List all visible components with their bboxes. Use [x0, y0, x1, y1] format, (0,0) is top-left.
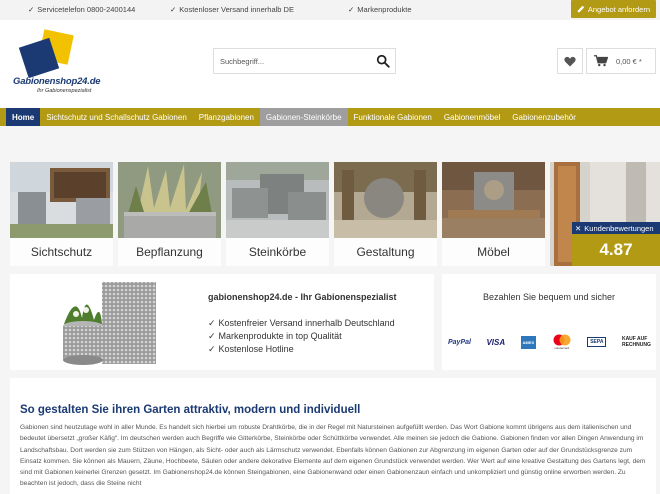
category-tile-steinkoerbe[interactable]: Steinkörbe: [226, 162, 329, 266]
category-tile-sichtschutz[interactable]: Sichtschutz: [10, 162, 113, 266]
reviews-header: ✕ Kundenbewertungen: [572, 222, 660, 234]
usp-feature: ✓ Kostenfreier Versand innerhalb Deutschl…: [208, 318, 395, 328]
mastercard-logo: mastercard: [552, 334, 572, 350]
content-heading: So gestalten Sie ihren Garten attraktiv,…: [20, 404, 361, 416]
usp-feature: ✓ Kostenlose Hotline: [208, 344, 294, 354]
payment-box: Bezahlen Sie bequem und sicher PayPal VI…: [442, 274, 656, 370]
wishlist-button[interactable]: [557, 48, 583, 74]
visa-logo: VISA: [486, 337, 506, 347]
pencil-icon: [577, 5, 585, 13]
category-tile-moebel[interactable]: Möbel: [442, 162, 545, 266]
category-tile-gestaltung[interactable]: Gestaltung: [334, 162, 437, 266]
logo[interactable]: Gabionenshop24.de Ihr Gabionenspezialist: [13, 29, 101, 104]
reviews-score: 4.87: [572, 234, 660, 266]
nav-moebel[interactable]: Gabionenmöbel: [438, 108, 506, 126]
nav-home[interactable]: Home: [6, 108, 41, 126]
category-tile-bepflanzung[interactable]: Bepflanzung: [118, 162, 221, 266]
cart-total: 0,00 € *: [616, 56, 642, 66]
content-section: So gestalten Sie ihren Garten attraktiv,…: [10, 378, 656, 494]
main-nav: Home Sichtschutz und Schallschutz Gabion…: [0, 108, 660, 126]
header: Gabionenshop24.de Ihr Gabionenspezialist…: [0, 20, 660, 108]
nav-pflanzgabionen[interactable]: Pflanzgabionen: [193, 108, 260, 126]
check-icon: ✓: [170, 5, 177, 14]
check-icon: ✓: [348, 5, 355, 14]
nav-steinkoerbe[interactable]: Gabionen-Steinkörbe: [259, 108, 348, 126]
payment-title: Bezahlen Sie bequem und sicher: [482, 292, 616, 302]
product-image: [63, 282, 156, 365]
cart-button[interactable]: 0,00 € *: [586, 48, 656, 74]
category-label: Bepflanzung: [118, 238, 221, 266]
category-image: [226, 162, 329, 238]
search-icon[interactable]: [376, 54, 390, 68]
usp-title: gabionenshop24.de - Ihr Gabionenspeziali…: [208, 292, 397, 302]
heart-icon: [564, 56, 576, 66]
mastercard-circles: [553, 334, 571, 346]
amex-logo: AMEX: [520, 335, 537, 349]
category-label: Möbel: [442, 238, 545, 266]
logo-tagline: Ihr Gabionenspezialist: [37, 88, 92, 94]
close-icon[interactable]: ✕: [575, 224, 581, 233]
category-image: [10, 162, 113, 238]
request-offer-button[interactable]: Angebot anfordern: [570, 0, 656, 18]
category-banner: Sichtschutz Bepflanzung Steinkörbe Gesta…: [10, 162, 660, 266]
cart-icon: [594, 55, 608, 67]
nav-zubehoer[interactable]: Gabionenzubehör: [506, 108, 582, 126]
reviews-badge[interactable]: ✕ Kundenbewertungen 4.87: [572, 222, 660, 266]
check-icon: ✓: [208, 344, 216, 354]
logo-name: Gabionenshop24.de: [13, 76, 101, 87]
usp-box: gabionenshop24.de - Ihr Gabionenspeziali…: [10, 274, 434, 370]
usp-feature: ✓ Markenprodukte in top Qualität: [208, 331, 342, 341]
check-icon: ✓: [208, 331, 216, 341]
check-icon: ✓: [208, 318, 216, 328]
check-icon: ✓: [28, 5, 35, 14]
usp-phone: ✓ Servicetelefon 0800-2400144: [28, 5, 136, 14]
search-box: [213, 48, 396, 74]
category-label: Sichtschutz: [10, 238, 113, 266]
top-bar: ✓ Servicetelefon 0800-2400144 ✓ Kostenlose…: [0, 0, 660, 20]
nav-funktionale[interactable]: Funktionale Gabionen: [348, 108, 438, 126]
sepa-logo: SEPA: [587, 337, 607, 347]
category-image: [334, 162, 437, 238]
invoice-logo: KAUF AUF RECHNUNG: [621, 336, 651, 348]
payment-logos: PayPal VISA AMEX mastercard SEPA KAUF AU…: [448, 334, 652, 350]
usp-brands: ✓ Markenprodukte: [348, 5, 412, 14]
search-input[interactable]: [214, 49, 364, 73]
category-image: [442, 162, 545, 238]
content-body: Gabionen sind heutzutage wohl in aller M…: [20, 424, 646, 488]
category-image: [118, 162, 221, 238]
nav-sichtschutz[interactable]: Sichtschutz und Schallschutz Gabionen: [40, 108, 193, 126]
paypal-logo: PayPal: [448, 338, 471, 346]
usp-shipping: ✓ Kostenloser Versand innerhalb DE: [170, 5, 294, 14]
category-label: Steinkörbe: [226, 238, 329, 266]
category-label: Gestaltung: [334, 238, 437, 266]
